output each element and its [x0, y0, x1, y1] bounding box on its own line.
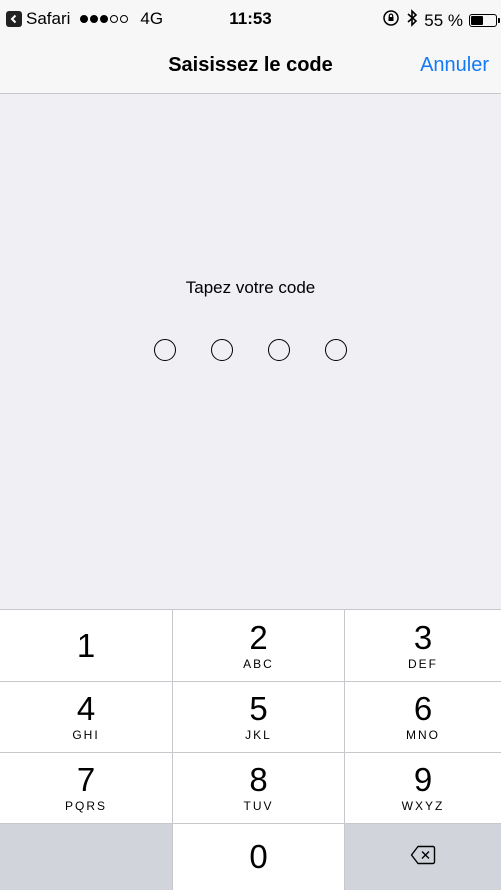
passcode-dot: [268, 339, 290, 361]
battery-percent: 55 %: [424, 10, 463, 30]
key-3[interactable]: 3 DEF: [345, 609, 501, 681]
key-blank: [0, 823, 172, 890]
key-digit: 0: [249, 838, 268, 875]
key-1[interactable]: 1: [0, 609, 172, 681]
key-digit: 7: [76, 761, 96, 798]
key-letters: JKL: [245, 728, 272, 742]
battery-icon: [469, 14, 500, 27]
nav-bar: Saisissez le code Annuler: [0, 40, 501, 94]
key-digit: 4: [76, 690, 96, 727]
status-bar: Safari 4G 11:53 55 %: [0, 0, 501, 40]
key-5[interactable]: 5 JKL: [172, 681, 345, 752]
key-digit: 9: [413, 761, 433, 798]
key-digit: 2: [249, 618, 268, 656]
key-8[interactable]: 8 TUV: [172, 752, 345, 823]
key-2[interactable]: 2 ABC: [172, 609, 345, 681]
key-7[interactable]: 7 PQRS: [0, 752, 172, 823]
key-letters: WXYZ: [401, 799, 445, 813]
passcode-dots: [0, 339, 501, 361]
passcode-prompt: Tapez votre code: [185, 278, 316, 297]
key-digit: 5: [249, 690, 268, 727]
key-digit: 1: [76, 626, 96, 664]
passcode-dot: [154, 339, 176, 361]
backspace-icon: [410, 845, 436, 870]
bluetooth-icon: [406, 9, 418, 32]
numeric-keypad: 1 2 ABC 3 DEF 4 GHI 5 JKL 6 MNO 7 PQRS 8 TUV 9W…: [0, 609, 501, 890]
key-letters: PQRS: [64, 799, 107, 813]
status-right: 55 %: [382, 9, 500, 32]
key-9[interactable]: 9 WXYZ: [345, 752, 501, 823]
cancel-button[interactable]: Annuler: [420, 54, 489, 77]
key-letters: DEF: [408, 656, 438, 671]
key-letters: GHI: [72, 728, 100, 742]
key-digit: 6: [413, 690, 433, 727]
key-letters: TUV: [243, 799, 274, 813]
key-0[interactable]: 0: [172, 823, 345, 890]
key-letters: ABC: [243, 656, 274, 671]
passcode-dot: [325, 339, 347, 361]
orientation-lock-icon: [382, 9, 400, 32]
key-4[interactable]: 4 GHI: [0, 681, 172, 752]
key-6[interactable]: 6 MNO: [345, 681, 501, 752]
key-letters: MNO: [406, 728, 440, 742]
passcode-dot: [211, 339, 233, 361]
key-digit: 8: [249, 761, 268, 798]
delete-button[interactable]: [345, 823, 501, 890]
key-digit: 3: [413, 618, 433, 656]
